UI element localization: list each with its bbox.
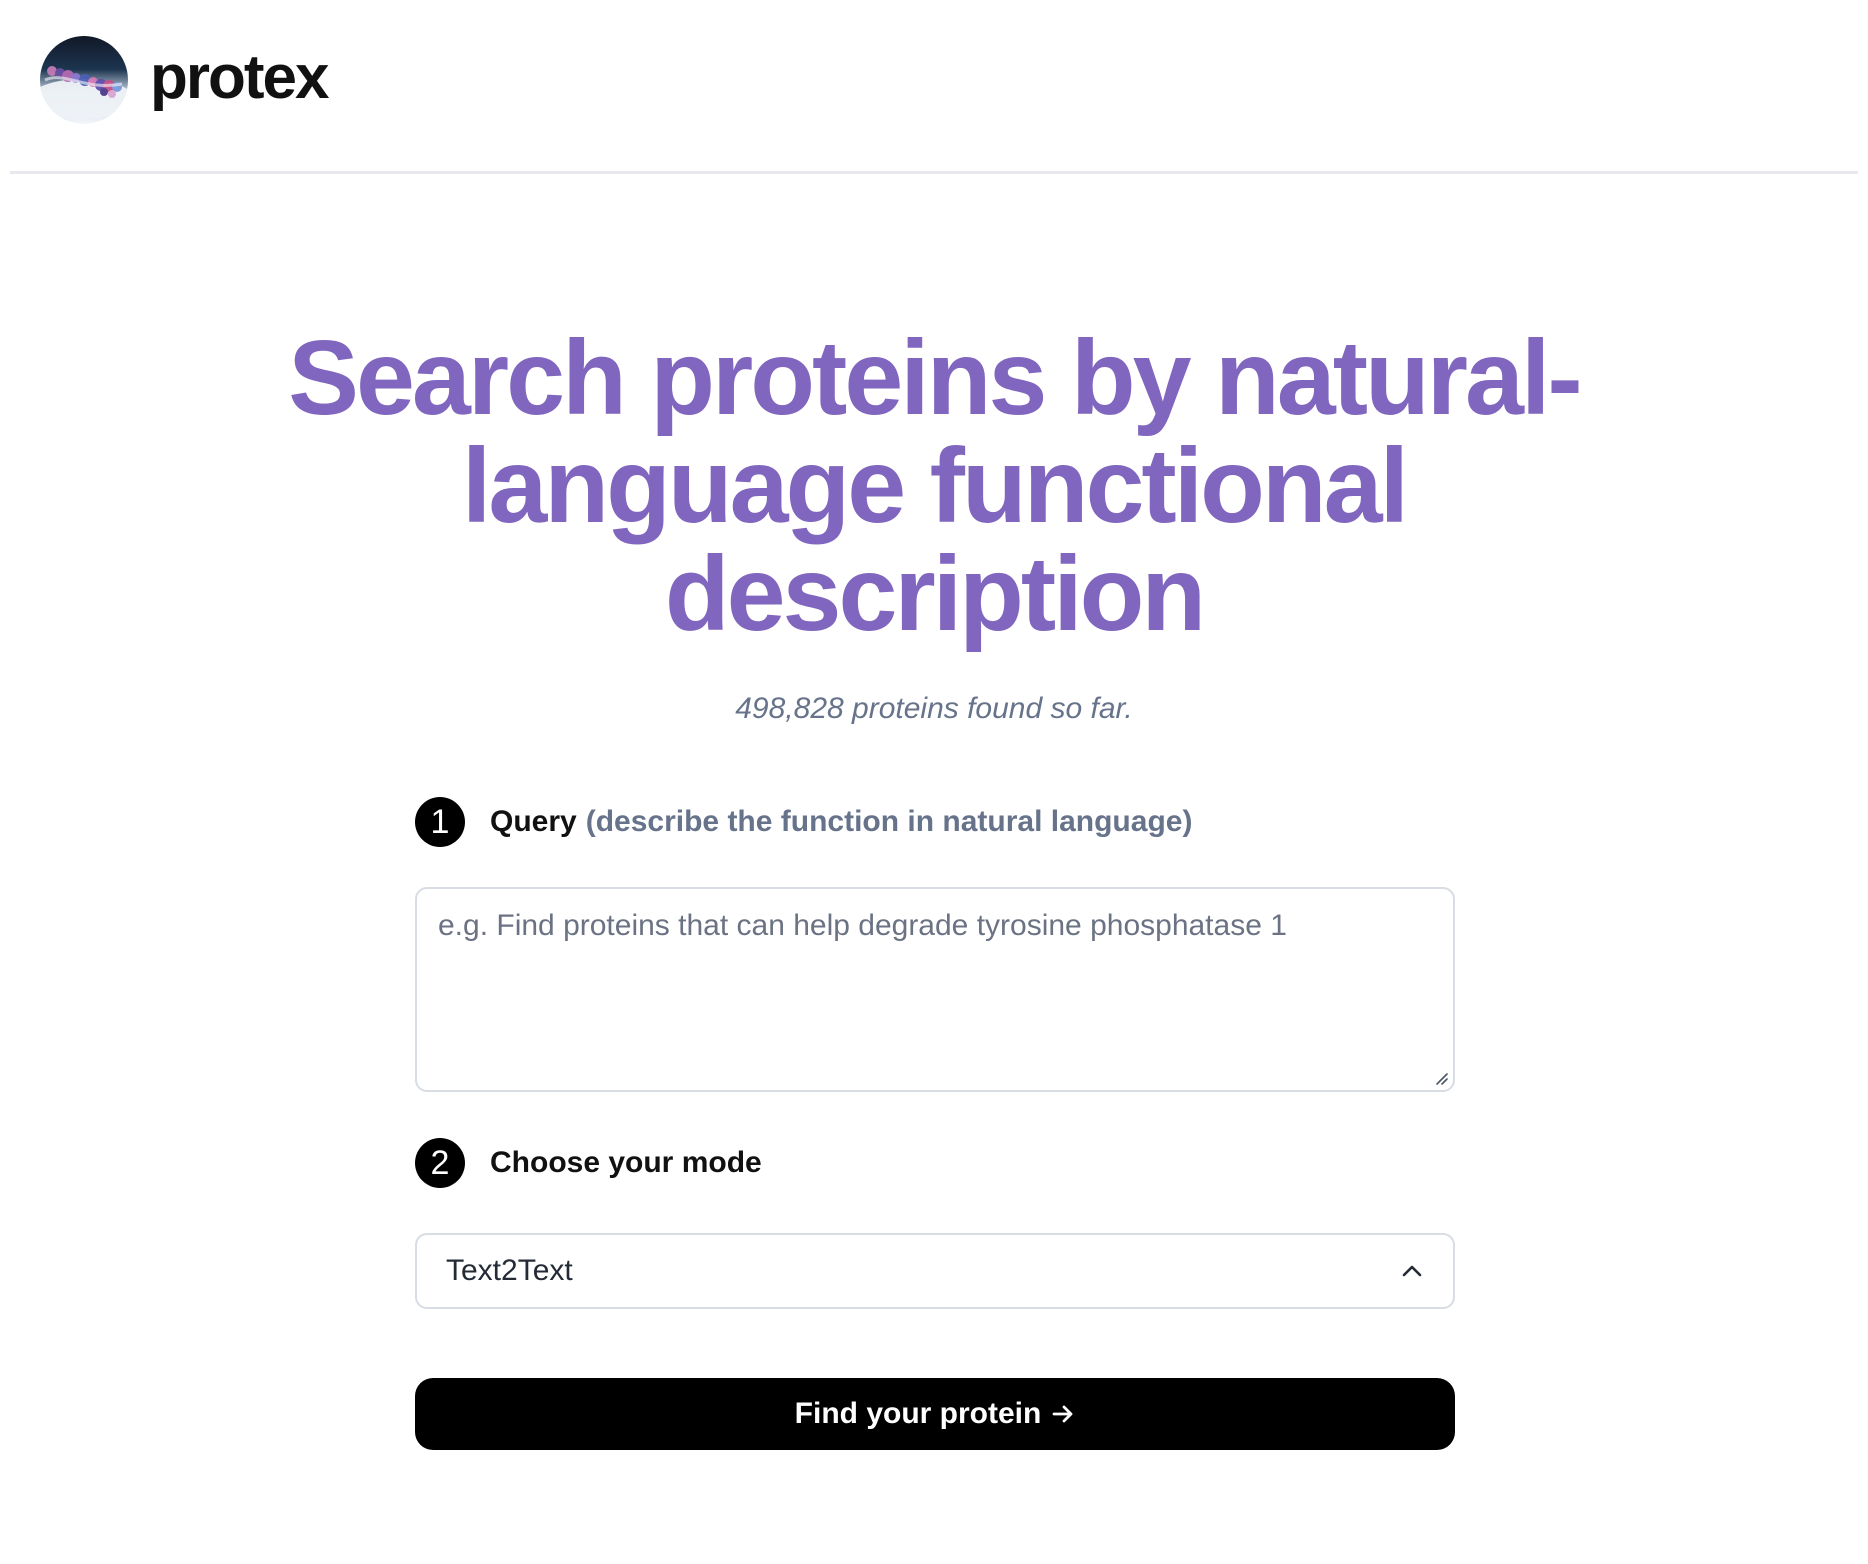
query-label: Query <box>490 805 577 838</box>
chevron-up-icon <box>1402 1265 1422 1277</box>
arrow-right-icon <box>1052 1405 1073 1423</box>
site-header: protex <box>10 0 1858 174</box>
query-step-heading: 1 Query (describe the function in natura… <box>415 796 1455 848</box>
hero-title: Search proteins by natural-language func… <box>288 319 1582 653</box>
brand-name: protex <box>150 43 329 112</box>
hero-section: Search proteins by natural-language func… <box>234 324 1634 726</box>
protein-count-text: 498,828 proteins found so far. <box>735 692 1133 725</box>
query-input-container <box>415 887 1455 1092</box>
query-textarea[interactable] <box>417 889 1453 1090</box>
resize-handle-icon[interactable] <box>1433 1070 1449 1086</box>
selected-mode: Text2Text <box>446 1254 573 1287</box>
find-protein-button[interactable]: Find your protein <box>415 1378 1455 1450</box>
protein-logo-icon <box>40 36 128 124</box>
mode-step-heading: 2 Choose your mode <box>415 1137 762 1189</box>
step-number-1: 1 <box>415 797 465 847</box>
home-link[interactable]: protex <box>40 36 329 124</box>
step-number-2: 2 <box>415 1138 465 1188</box>
mode-label: Choose your mode <box>490 1146 762 1179</box>
find-protein-label: Find your protein <box>794 1397 1042 1430</box>
query-hint: (describe the function in natural langua… <box>585 805 1193 838</box>
mode-select[interactable]: Text2Text <box>415 1233 1455 1309</box>
search-form: 1 Query (describe the function in natura… <box>415 796 1455 1450</box>
